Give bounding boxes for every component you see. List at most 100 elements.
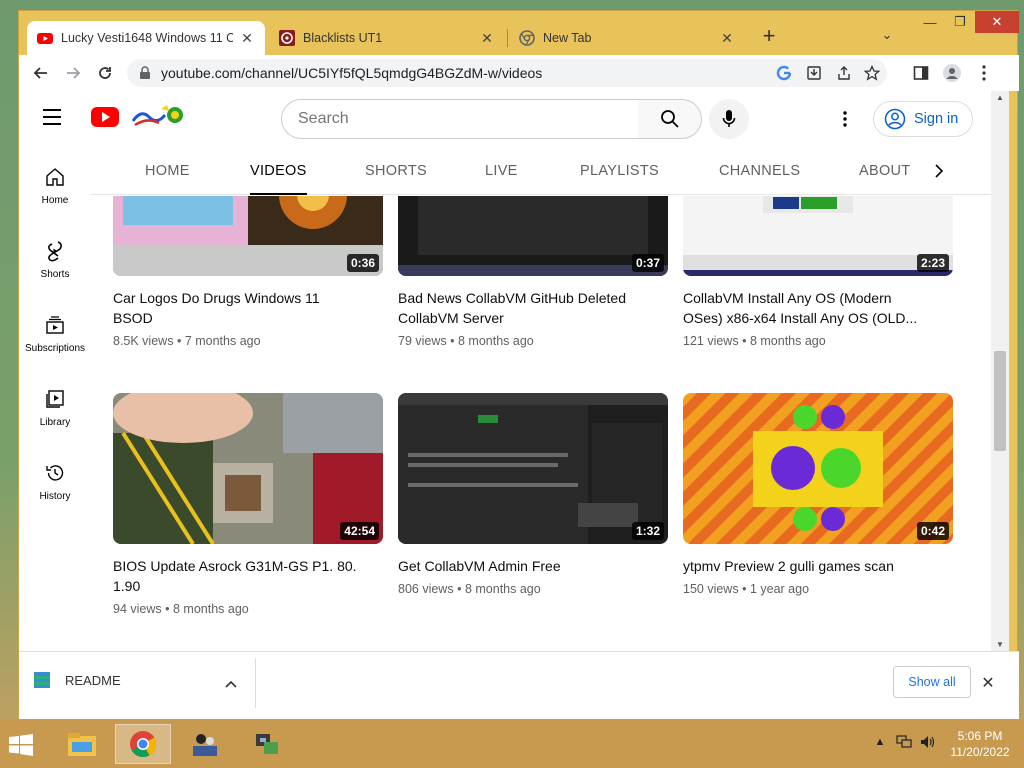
video-card[interactable]: 1:32 Get CollabVM Admin Free 806 views •…: [398, 393, 668, 596]
voice-search-button[interactable]: [709, 99, 749, 139]
video-thumbnail[interactable]: 1:32: [398, 393, 668, 544]
meta-separator: •: [176, 334, 182, 348]
shorts-icon: [43, 239, 67, 263]
network-app-taskbar-icon[interactable]: [239, 724, 295, 764]
tab-channels[interactable]: CHANNELS: [719, 147, 800, 195]
tab-youtube[interactable]: Lucky Vesti1648 Windows 11 Off ✕: [27, 21, 265, 55]
tab-close-icon[interactable]: ✕: [479, 30, 495, 46]
video-card[interactable]: 2:23 CollabVM Install Any OS (Modern OSe…: [683, 196, 953, 348]
windows-start-icon[interactable]: [8, 734, 34, 756]
duration-badge: 0:37: [631, 254, 664, 272]
video-thumbnail[interactable]: 42:54: [113, 393, 383, 544]
view-count: 150 views: [683, 582, 739, 596]
video-thumbnail[interactable]: 0:42: [683, 393, 953, 544]
scrollbar-thumb[interactable]: [994, 351, 1006, 451]
hamburger-menu-icon[interactable]: [43, 109, 67, 129]
tab-playlists[interactable]: PLAYLISTS: [580, 147, 659, 195]
chrome-menu-kebab-icon[interactable]: [975, 64, 993, 82]
forward-arrow-icon[interactable]: [61, 61, 85, 85]
search-input[interactable]: [298, 110, 618, 128]
profile-avatar-icon[interactable]: [943, 64, 961, 82]
video-title[interactable]: Get CollabVM Admin Free: [398, 556, 648, 576]
taskbar-clock[interactable]: 5:06 PM 11/20/2022: [944, 728, 1016, 760]
meta-separator: •: [457, 582, 462, 596]
sidebar-item-shorts[interactable]: Shorts: [19, 229, 91, 299]
video-thumbnail[interactable]: 0:37: [398, 196, 668, 276]
video-title[interactable]: CollabVM Install Any OS (Modern OSes) x8…: [683, 288, 933, 328]
tab-live[interactable]: LIVE: [485, 147, 518, 195]
history-icon: [43, 461, 67, 485]
video-title[interactable]: BIOS Update Asrock G31M-GS P1. 80. 1.90: [113, 556, 363, 596]
upload-age: 1 year ago: [749, 582, 810, 596]
chess-app-taskbar-icon[interactable]: [177, 724, 233, 764]
tab-search-chevron-down-icon[interactable]: ⌄: [877, 27, 897, 47]
video-card[interactable]: 0:37 Bad News CollabVM GitHub Deleted Co…: [398, 196, 668, 348]
video-title[interactable]: Car Logos Do Drugs Windows 11 BSOD: [113, 288, 363, 328]
chevron-right-icon[interactable]: [927, 159, 951, 183]
install-app-icon[interactable]: [805, 64, 823, 82]
tab-title: Blacklists UT1: [303, 31, 383, 45]
share-icon[interactable]: [835, 64, 853, 82]
view-count: 94 views: [113, 602, 162, 616]
scroll-up-arrow-icon[interactable]: ▲: [996, 93, 1004, 102]
sidebar-item-home[interactable]: Home: [19, 155, 91, 225]
file-explorer-taskbar-icon[interactable]: [54, 724, 110, 764]
video-meta: 121 views • 8 months ago: [683, 334, 953, 348]
back-arrow-icon[interactable]: [29, 61, 53, 85]
search-box[interactable]: [281, 99, 639, 139]
view-count: 806 views: [398, 582, 454, 596]
tab-shorts[interactable]: SHORTS: [365, 147, 427, 195]
chevron-up-icon[interactable]: [223, 676, 239, 692]
close-window-icon[interactable]: ✕: [975, 11, 1019, 33]
tab-separator: [507, 29, 508, 47]
close-shelf-icon[interactable]: ✕: [979, 674, 997, 692]
reload-icon[interactable]: [93, 61, 117, 85]
show-all-button[interactable]: Show all: [893, 666, 971, 698]
youtube-favicon-icon: [37, 33, 53, 44]
new-tab-plus-icon[interactable]: +: [757, 25, 781, 49]
youtube-logo-icon[interactable]: [91, 107, 119, 127]
tab-newtab[interactable]: New Tab ✕: [509, 21, 745, 55]
video-card[interactable]: 0:42 ytpmv Preview 2 gulli games scan 15…: [683, 393, 953, 596]
tab-videos[interactable]: VIDEOS: [250, 147, 307, 195]
chrome-window: Lucky Vesti1648 Windows 11 Off ✕ Blackli…: [18, 10, 1019, 719]
tab-home[interactable]: HOME: [145, 147, 190, 195]
bookmark-star-icon[interactable]: [863, 64, 881, 82]
sidebar-item-history[interactable]: History: [19, 451, 91, 521]
video-thumbnail[interactable]: 2:23: [683, 196, 953, 276]
show-hidden-icons-chevron-up-icon[interactable]: ▲: [872, 734, 888, 750]
omnibox[interactable]: youtube.com/channel/UC5IYf5fQL5qmdgG4BGZ…: [127, 59, 887, 87]
tab-close-icon[interactable]: ✕: [239, 30, 255, 46]
tab-close-icon[interactable]: ✕: [719, 30, 735, 46]
search-button[interactable]: [638, 99, 702, 139]
network-icon[interactable]: [896, 734, 912, 750]
chrome-taskbar-icon[interactable]: [115, 724, 171, 764]
video-card[interactable]: 42:54 BIOS Update Asrock G31M-GS P1. 80.…: [113, 393, 383, 616]
google-translate-icon[interactable]: [775, 64, 793, 82]
meta-separator: •: [450, 334, 455, 348]
side-panel-icon[interactable]: [912, 64, 930, 82]
windows-taskbar: ▲ 5:06 PM 11/20/2022: [0, 720, 1024, 768]
sidebar-item-subscriptions[interactable]: Subscriptions: [19, 303, 91, 373]
url-text: youtube.com/channel/UC5IYf5fQL5qmdgG4BGZ…: [161, 65, 543, 81]
page-scrollbar[interactable]: ▲ ▼: [991, 91, 1009, 651]
download-filename: README: [65, 672, 121, 688]
sidebar-item-label: Shorts: [40, 269, 70, 280]
video-title[interactable]: Bad News CollabVM GitHub Deleted CollabV…: [398, 288, 648, 328]
video-title[interactable]: ytpmv Preview 2 gulli games scan: [683, 556, 933, 576]
minimize-icon[interactable]: —: [915, 11, 945, 33]
maximize-icon[interactable]: ❐: [945, 11, 975, 33]
volume-speaker-icon[interactable]: [920, 734, 936, 750]
download-item[interactable]: README: [33, 670, 121, 690]
video-meta: 8.5K views • 7 months ago: [113, 334, 383, 348]
sidebar-item-library[interactable]: Library: [19, 377, 91, 447]
tab-blacklists[interactable]: Blacklists UT1 ✕: [269, 21, 505, 55]
system-tray: ▲: [872, 734, 936, 750]
duration-badge: 0:42: [916, 522, 949, 540]
tab-about[interactable]: ABOUT: [859, 147, 910, 195]
settings-kebab-icon[interactable]: [833, 107, 857, 131]
sign-in-button[interactable]: Sign in: [873, 101, 973, 137]
scroll-down-arrow-icon[interactable]: ▼: [996, 640, 1004, 649]
video-thumbnail[interactable]: 0:36: [113, 196, 383, 276]
video-card[interactable]: 0:36 Car Logos Do Drugs Windows 11 BSOD …: [113, 196, 383, 348]
